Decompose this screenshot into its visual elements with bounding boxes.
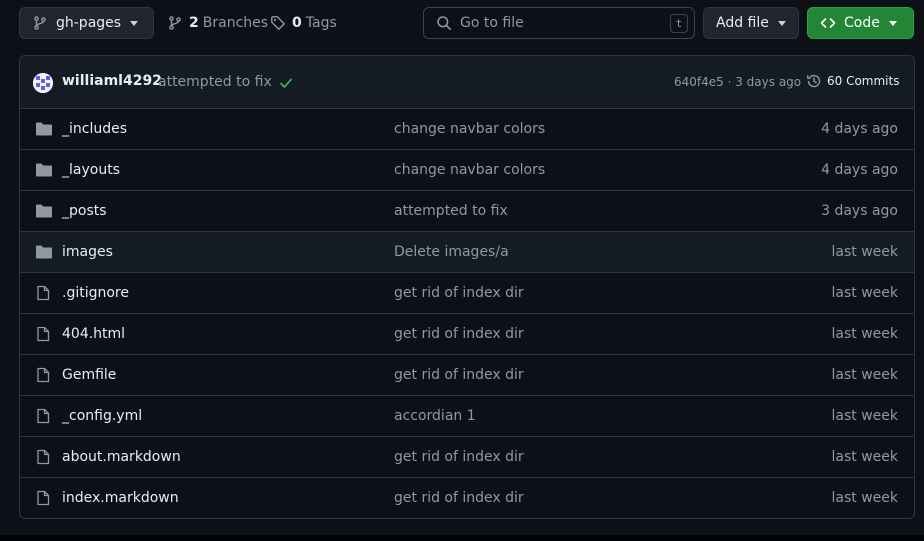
file-commit-date: last week <box>831 285 899 301</box>
file-row[interactable]: Gemfile get rid of index dir last week <box>20 355 914 396</box>
file-commit-message-link[interactable]: change navbar colors <box>394 162 545 178</box>
file-icon <box>35 490 51 510</box>
file-commit-message-link[interactable]: Delete images/a <box>394 244 509 260</box>
file-commit-message-link[interactable]: attempted to fix <box>394 203 508 219</box>
add-file-label: Add file <box>716 15 769 31</box>
file-commit-message-link[interactable]: get rid of index dir <box>394 490 524 506</box>
commit-message[interactable]: attempted to fix <box>158 74 272 90</box>
file-row[interactable]: _config.yml accordian 1 last week <box>20 396 914 437</box>
tags-count: 0 <box>292 15 302 31</box>
file-commit-message-link[interactable]: change navbar colors <box>394 121 545 137</box>
file-commit-date: 4 days ago <box>821 121 898 137</box>
file-commit-message-link[interactable]: get rid of index dir <box>394 367 524 383</box>
file-name-link[interactable]: about.markdown <box>62 449 181 465</box>
file-list: _includes change navbar colors 4 days ago … <box>20 109 914 518</box>
folder-icon <box>35 244 53 264</box>
check-icon[interactable] <box>278 75 294 91</box>
file-commit-date: last week <box>831 449 899 465</box>
commits-history-link[interactable]: 60 Commits <box>806 73 899 89</box>
file-commit-message-link[interactable]: get rid of index dir <box>394 449 524 465</box>
file-name-link[interactable]: index.markdown <box>62 490 179 506</box>
file-name-link[interactable]: _config.yml <box>62 408 142 424</box>
add-file-button[interactable]: Add file <box>703 7 799 39</box>
git-branch-icon <box>34 16 46 30</box>
file-row[interactable]: _layouts change navbar colors 4 days ago <box>20 150 914 191</box>
code-button[interactable]: Code <box>807 7 914 39</box>
file-commit-date: last week <box>831 490 899 506</box>
tags-label: Tags <box>305 15 337 31</box>
folder-icon <box>35 162 53 182</box>
code-label: Code <box>844 15 880 31</box>
file-row[interactable]: images Delete images/a last week <box>20 232 914 273</box>
file-commit-date: last week <box>831 408 899 424</box>
file-row[interactable]: .gitignore get rid of index dir last week <box>20 273 914 314</box>
chevron-down-icon <box>778 21 786 26</box>
file-name-link[interactable]: Gemfile <box>62 367 116 383</box>
file-row[interactable]: index.markdown get rid of index dir last w… <box>20 478 914 518</box>
branches-count: 2 <box>189 15 199 31</box>
latest-commit-bar: williaml4292 attempted to fix 640f4e5 · … <box>20 56 914 109</box>
branches-label: Branches <box>202 15 269 31</box>
tags-link[interactable]: 0 Tags <box>270 7 337 39</box>
code-icon <box>820 18 836 28</box>
file-row[interactable]: 404.html get rid of index dir last week <box>20 314 914 355</box>
file-commit-date: 3 days ago <box>821 203 898 219</box>
file-commit-date: last week <box>831 244 899 260</box>
branch-name: gh-pages <box>56 15 122 31</box>
commits-count: 60 Commits <box>827 74 900 88</box>
keyboard-shortcut-hint: t <box>670 14 688 33</box>
go-to-file-input[interactable]: Go to file t <box>423 7 695 39</box>
page-footer-strip <box>0 535 924 541</box>
search-icon <box>437 16 451 30</box>
tag-icon <box>271 16 285 30</box>
file-commit-date: last week <box>831 326 899 342</box>
file-commit-message-link[interactable]: accordian 1 <box>394 408 476 424</box>
repo-toolbar: gh-pages 2 Branches 0 Tags Go to file t … <box>0 0 924 46</box>
git-branch-icon <box>169 16 181 30</box>
file-icon <box>35 326 51 346</box>
file-name-link[interactable]: .gitignore <box>62 285 129 301</box>
file-row[interactable]: _posts attempted to fix 3 days ago <box>20 191 914 232</box>
file-commit-date: 4 days ago <box>821 162 898 178</box>
file-icon <box>35 285 51 305</box>
file-commit-message-link[interactable]: get rid of index dir <box>394 285 524 301</box>
file-browser: williaml4292 attempted to fix 640f4e5 · … <box>19 55 915 519</box>
file-name-link[interactable]: _posts <box>62 203 107 219</box>
file-name-link[interactable]: _includes <box>62 121 127 137</box>
chevron-down-icon <box>130 21 138 26</box>
file-icon <box>35 449 51 469</box>
commit-author[interactable]: williaml4292 <box>62 73 162 89</box>
file-commit-date: last week <box>831 367 899 383</box>
avatar[interactable] <box>33 73 53 93</box>
file-name-link[interactable]: images <box>62 244 113 260</box>
chevron-down-icon <box>889 21 897 26</box>
file-name-link[interactable]: _layouts <box>62 162 120 178</box>
file-name-link[interactable]: 404.html <box>62 326 125 342</box>
folder-icon <box>35 121 53 141</box>
commit-sha-time[interactable]: 640f4e5 · 3 days ago <box>674 75 801 89</box>
folder-icon <box>35 203 53 223</box>
file-commit-message-link[interactable]: get rid of index dir <box>394 326 524 342</box>
search-placeholder: Go to file <box>460 15 524 31</box>
history-icon <box>807 74 821 88</box>
file-row[interactable]: about.markdown get rid of index dir last w… <box>20 437 914 478</box>
branch-selector-button[interactable]: gh-pages <box>19 7 154 39</box>
branches-link[interactable]: 2 Branches <box>167 7 268 39</box>
file-icon <box>35 408 51 428</box>
file-icon <box>35 367 51 387</box>
file-row[interactable]: _includes change navbar colors 4 days ago <box>20 109 914 150</box>
